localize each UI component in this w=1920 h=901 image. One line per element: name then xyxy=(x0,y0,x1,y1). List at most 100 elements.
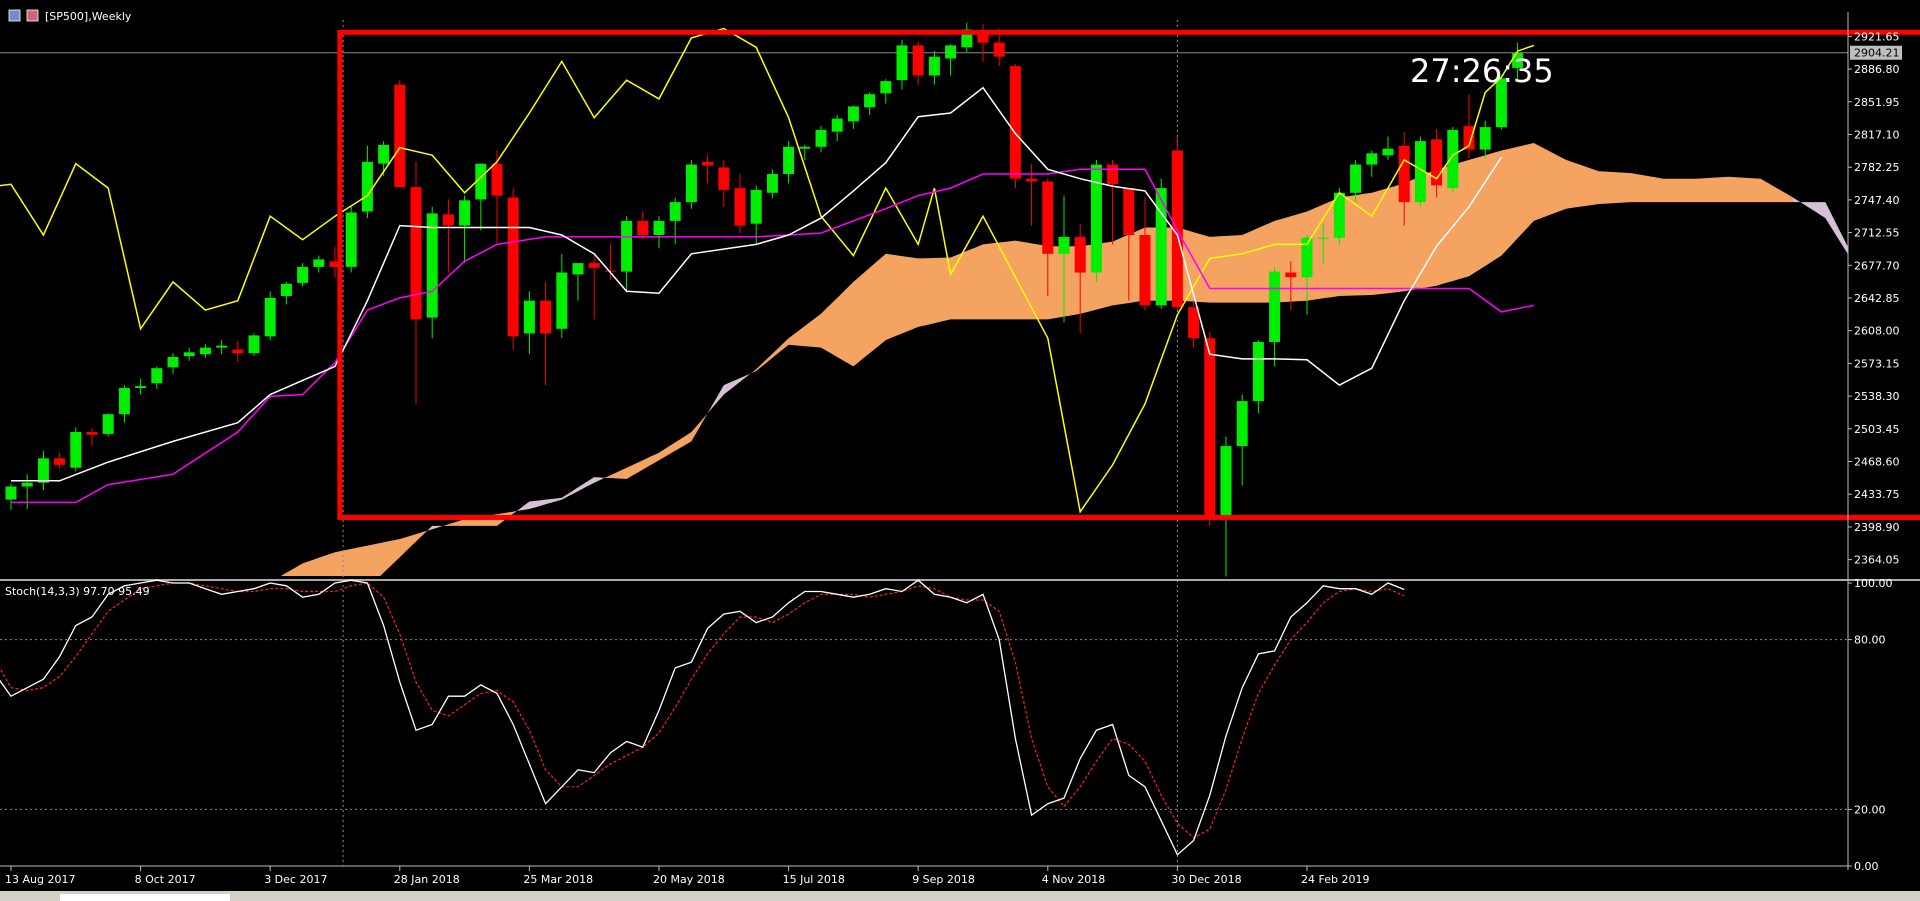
date-tick-label: 9 Sep 2018 xyxy=(912,873,975,886)
bear-candle xyxy=(912,45,924,76)
bear-candle xyxy=(1123,188,1135,235)
bull-candle xyxy=(1220,446,1232,518)
bull-candle xyxy=(750,189,762,224)
bull-candle xyxy=(831,118,843,132)
bull-candle xyxy=(864,94,876,108)
price-tick-label: 2921.65 xyxy=(1854,30,1900,43)
bear-candle xyxy=(993,42,1005,57)
bull-candle xyxy=(1090,164,1102,273)
date-tick-label: 30 Dec 2018 xyxy=(1171,873,1241,886)
price-tick-label: 2503.45 xyxy=(1854,423,1900,436)
bull-candle xyxy=(783,146,795,174)
price-tick-label: 2851.95 xyxy=(1854,96,1900,109)
bull-candle xyxy=(1058,236,1070,254)
price-tag-label: 2904.21 xyxy=(1854,47,1900,60)
bull-candle xyxy=(264,297,276,337)
bull-candle xyxy=(847,106,859,122)
bull-candle xyxy=(669,202,681,221)
bull-candle xyxy=(102,414,114,434)
bear-candle xyxy=(702,161,714,166)
candle-timer: 27:26:35 xyxy=(1410,52,1554,90)
bull-candle xyxy=(766,174,778,193)
bear-candle xyxy=(1204,338,1216,518)
bull-candle xyxy=(313,259,325,267)
price-tick-label: 2433.75 xyxy=(1854,488,1900,501)
bull-candle xyxy=(572,263,584,275)
price-tick-label: 2747.40 xyxy=(1854,194,1900,207)
date-tick-label: 20 May 2018 xyxy=(653,873,725,886)
bear-candle xyxy=(637,220,649,235)
price-tick-label: 2886.80 xyxy=(1854,63,1900,76)
bull-candle xyxy=(70,432,82,468)
bear-candle xyxy=(1107,164,1119,185)
bull-candle xyxy=(21,482,33,487)
stoch-tick-label: 80.00 xyxy=(1854,634,1886,647)
date-tick-label: 25 Mar 2018 xyxy=(523,873,593,886)
stoch-tick-label: 20.00 xyxy=(1854,803,1886,816)
bear-candle xyxy=(491,163,503,196)
bull-candle xyxy=(523,300,535,334)
bull-candle xyxy=(621,220,633,272)
bear-candle xyxy=(1042,181,1054,254)
bear-candle xyxy=(718,167,730,190)
bull-candle xyxy=(653,220,665,235)
bull-candle xyxy=(248,335,260,354)
price-tick-label: 2608.00 xyxy=(1854,325,1900,338)
bear-candle xyxy=(410,187,422,320)
price-tick-label: 2817.10 xyxy=(1854,128,1900,141)
bull-candle xyxy=(151,368,163,384)
bear-candle xyxy=(588,263,600,268)
bull-candle xyxy=(5,486,17,500)
price-tick-label: 2538.30 xyxy=(1854,390,1900,403)
bear-candle xyxy=(1285,272,1297,278)
status-bar xyxy=(0,891,1920,901)
bull-candle xyxy=(1479,127,1491,150)
bull-candle xyxy=(1269,271,1281,342)
bull-candle xyxy=(880,81,892,94)
bull-candle xyxy=(297,266,309,283)
bull-candle xyxy=(37,458,49,483)
price-tick-label: 2573.15 xyxy=(1854,357,1900,370)
price-tick-label: 2398.90 xyxy=(1854,521,1900,534)
chart-tab xyxy=(60,894,230,901)
bull-candle xyxy=(345,212,357,267)
bear-candle xyxy=(1009,66,1021,179)
bull-candle xyxy=(556,272,568,329)
bull-candle xyxy=(1252,342,1264,402)
bull-candle xyxy=(1236,401,1248,447)
bull-candle xyxy=(361,161,373,212)
bear-candle xyxy=(1188,307,1200,339)
stoch-tick-label: 100.00 xyxy=(1854,577,1893,590)
bear-candle xyxy=(86,432,98,435)
stoch-tick-label: 0.00 xyxy=(1854,860,1879,873)
bull-candle xyxy=(1382,148,1394,156)
date-tick-label: 24 Feb 2019 xyxy=(1301,873,1369,886)
bull-candle xyxy=(1350,164,1362,193)
bull-candle xyxy=(459,200,471,226)
date-tick-label: 8 Oct 2017 xyxy=(135,873,196,886)
bear-candle xyxy=(507,197,519,337)
bull-candle xyxy=(183,352,195,357)
price-tick-label: 2468.60 xyxy=(1854,456,1900,469)
date-tick-label: 3 Dec 2017 xyxy=(264,873,327,886)
bull-candle xyxy=(1447,129,1459,189)
date-tick-label: 15 Jul 2018 xyxy=(783,873,845,886)
price-tick-label: 2677.70 xyxy=(1854,259,1900,272)
bull-candle xyxy=(815,129,827,147)
bull-candle xyxy=(928,56,940,76)
bear-candle xyxy=(1398,145,1410,203)
price-tick-label: 2782.25 xyxy=(1854,161,1900,174)
bear-candle xyxy=(394,84,406,188)
chart-background xyxy=(0,0,1920,901)
price-tick-label: 2712.55 xyxy=(1854,227,1900,240)
bear-candle xyxy=(1074,236,1086,273)
bull-candle xyxy=(1317,237,1329,239)
bull-candle xyxy=(118,387,130,415)
chart-window[interactable]: 2921.65 2886.80 2851.95 2817.10 2782.25 2747.… xyxy=(0,0,1920,901)
date-tick-label: 13 Aug 2017 xyxy=(5,873,75,886)
price-tick-label: 2642.85 xyxy=(1854,292,1900,305)
bull-candle xyxy=(199,347,211,355)
bull-candle xyxy=(896,45,908,81)
bull-candle xyxy=(426,213,438,318)
bull-candle xyxy=(685,164,697,203)
